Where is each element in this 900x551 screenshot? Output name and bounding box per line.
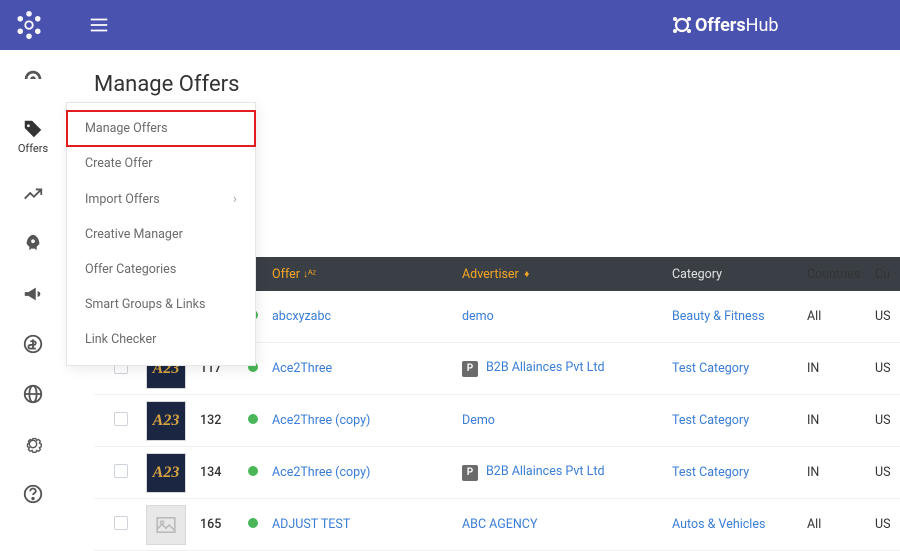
submenu-item[interactable]: Import Offers ›: [67, 181, 255, 217]
submenu-label: Offer Categories: [85, 262, 176, 277]
offer-thumbnail: A23: [146, 401, 186, 441]
submenu-item[interactable]: Smart Groups & Links: [67, 287, 255, 322]
category-link[interactable]: Test Category: [672, 361, 749, 376]
advertiser-link[interactable]: B2B Allainces Pvt Ltd: [486, 360, 605, 375]
offer-link[interactable]: Ace2Three (copy): [272, 413, 370, 428]
offers-icon: [22, 118, 44, 140]
status-dot: [248, 466, 258, 476]
category-link[interactable]: Beauty & Fitness: [672, 309, 765, 324]
currency-cell: US: [867, 517, 897, 532]
private-badge: P: [462, 361, 478, 377]
main-content: Manage Offers Manage Offers Create Offer I…: [66, 50, 900, 550]
offer-link[interactable]: ADJUST TEST: [272, 517, 350, 532]
advertiser-link[interactable]: Demo: [462, 413, 495, 428]
sidebar-item-globe[interactable]: [0, 379, 66, 409]
countries-cell: IN: [799, 361, 867, 376]
offer-id: 134: [192, 465, 240, 480]
offer-link[interactable]: abcxyzabc: [272, 309, 331, 324]
offer-id: 165: [192, 517, 240, 532]
app-icon: [14, 10, 44, 40]
offer-id: 132: [192, 413, 240, 428]
dashboard-icon: [22, 68, 44, 90]
col-header-countries[interactable]: Countries: [799, 267, 867, 282]
offer-link[interactable]: Ace2Three: [272, 361, 332, 376]
col-header-currency[interactable]: Cu: [867, 267, 897, 282]
status-dot: [248, 414, 258, 424]
submenu-label: Manage Offers: [85, 121, 168, 136]
currency-cell: US: [867, 309, 897, 324]
category-link[interactable]: Test Category: [672, 413, 749, 428]
sidebar-item-settings[interactable]: [0, 429, 66, 459]
sidebar-item-offers[interactable]: Offers: [0, 114, 66, 159]
currency-cell: US: [867, 413, 897, 428]
top-bar: OffersHub: [0, 0, 900, 50]
category-link[interactable]: Autos & Vehicles: [672, 517, 765, 532]
submenu-item[interactable]: Link Checker: [67, 322, 255, 357]
status-dot: [248, 518, 258, 528]
countries-cell: All: [799, 517, 867, 532]
sidebar-item-rocket[interactable]: [0, 229, 66, 259]
submenu-label: Create Offer: [85, 156, 153, 171]
table-row: A23 132 Ace2Three (copy) Demo Test Category I…: [94, 395, 900, 447]
row-checkbox[interactable]: [114, 516, 128, 530]
help-icon: [22, 483, 44, 505]
sidebar: Offers: [0, 50, 66, 550]
row-checkbox[interactable]: [114, 464, 128, 478]
sidebar-item-help[interactable]: [0, 479, 66, 509]
table-row: A23 134 Ace2Three (copy) P B2B Allainces Pvt…: [94, 447, 900, 499]
currency-cell: US: [867, 465, 897, 480]
submenu-label: Import Offers: [85, 192, 160, 207]
private-badge: P: [462, 465, 478, 481]
table-row: 165 ADJUST TEST ABC AGENCY Autos & Vehicles…: [94, 499, 900, 551]
money-icon: [22, 333, 44, 355]
offers-submenu: Manage Offers Create Offer Import Offers › C…: [66, 102, 256, 366]
currency-cell: US: [867, 361, 897, 376]
submenu-label: Creative Manager: [85, 227, 183, 242]
advertiser-link[interactable]: demo: [462, 309, 494, 324]
row-checkbox[interactable]: [114, 412, 128, 426]
category-link[interactable]: Test Category: [672, 465, 749, 480]
gear-icon: [22, 433, 44, 455]
sidebar-item-money[interactable]: [0, 329, 66, 359]
rocket-icon: [22, 233, 44, 255]
sort-icon: ♦: [522, 269, 530, 280]
logo-bold: Offers: [695, 15, 746, 36]
advertiser-link[interactable]: ABC AGENCY: [462, 517, 537, 532]
offer-thumbnail: [146, 505, 186, 545]
megaphone-icon: [22, 283, 44, 305]
submenu-item[interactable]: Manage Offers: [67, 111, 255, 146]
offer-link[interactable]: Ace2Three (copy): [272, 465, 370, 480]
submenu-item[interactable]: Offer Categories: [67, 252, 255, 287]
col-header-offer[interactable]: Offer↓ᴬᶻ: [264, 267, 454, 282]
offer-thumbnail: A23: [146, 453, 186, 493]
sidebar-item-dashboard[interactable]: [0, 64, 66, 94]
countries-cell: IN: [799, 465, 867, 480]
sidebar-item-reports[interactable]: [0, 179, 66, 209]
page-title: Manage Offers: [94, 72, 900, 97]
logo: OffersHub: [670, 13, 779, 37]
chevron-right-icon: ›: [233, 191, 237, 207]
submenu-label: Link Checker: [85, 332, 156, 347]
submenu-item[interactable]: Create Offer: [67, 146, 255, 181]
sort-icon: ↓ᴬᶻ: [303, 269, 316, 280]
col-header-category[interactable]: Category: [664, 267, 799, 282]
logo-light: Hub: [746, 15, 779, 36]
col-header-advertiser[interactable]: Advertiser ♦: [454, 267, 664, 282]
sidebar-item-label: Offers: [18, 142, 48, 155]
hamburger-menu-icon[interactable]: [88, 14, 110, 36]
countries-cell: All: [799, 309, 867, 324]
submenu-label: Smart Groups & Links: [85, 297, 205, 312]
submenu-item[interactable]: Creative Manager: [67, 217, 255, 252]
globe-icon: [22, 383, 44, 405]
countries-cell: IN: [799, 413, 867, 428]
advertiser-link[interactable]: B2B Allainces Pvt Ltd: [486, 464, 605, 479]
sidebar-item-megaphone[interactable]: [0, 279, 66, 309]
reports-icon: [22, 183, 44, 205]
